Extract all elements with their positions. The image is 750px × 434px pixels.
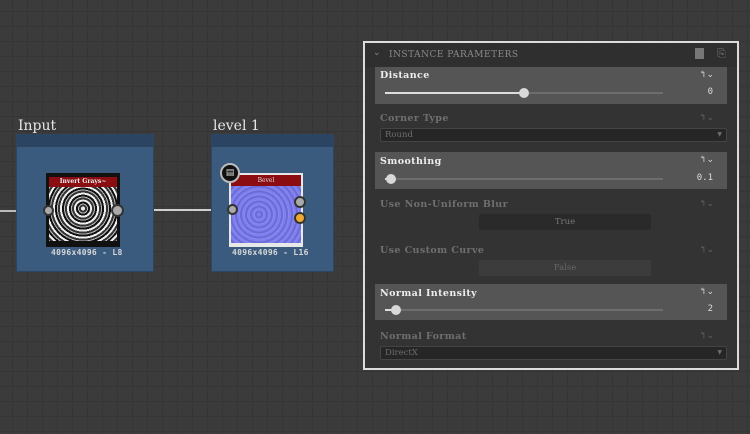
param-normal-intensity: Normal Intensity ↰⌄ 2 (375, 284, 727, 320)
param-label: Use Custom Curve (380, 245, 485, 256)
reset-icon[interactable]: ↰⌄ (699, 199, 714, 209)
param-label: Corner Type (380, 113, 449, 124)
param-value[interactable]: 0 (708, 87, 713, 97)
node-resolution: 4096x4096 - L8 (51, 248, 123, 257)
param-label: Use Non-Uniform Blur (380, 199, 508, 210)
smoothing-slider[interactable] (385, 174, 663, 184)
export-icon[interactable]: ⎘ (717, 47, 726, 61)
collapse-chevron-icon[interactable]: ⌄ (373, 48, 381, 58)
param-custom-curve: Use Custom Curve ↰⌄ False (375, 241, 727, 281)
normal-format-dropdown[interactable]: DirectX ▼ (380, 346, 727, 360)
panel-title: INSTANCE PARAMETERS (389, 50, 519, 60)
param-non-uniform-blur: Use Non-Uniform Blur ↰⌄ True (375, 195, 727, 235)
reset-icon[interactable]: ↰⌄ (699, 70, 714, 80)
output-port-accent[interactable] (294, 212, 306, 224)
panel-header[interactable]: ⌄ INSTANCE PARAMETERS ⎘ (365, 43, 737, 67)
reset-icon[interactable]: ↰⌄ (699, 245, 714, 255)
param-value[interactable]: 0.1 (697, 173, 713, 183)
param-label: Distance (380, 70, 430, 81)
node-preview (231, 186, 301, 243)
param-normal-format: Normal Format ↰⌄ DirectX ▼ (375, 326, 727, 362)
slider-knob[interactable] (519, 88, 529, 98)
slider-fill (385, 92, 524, 94)
param-label: Normal Format (380, 331, 467, 342)
normal-intensity-slider[interactable] (385, 305, 663, 315)
node-invert-grays[interactable]: Invert Grays~ (46, 173, 120, 247)
dropdown-arrow-icon: ▼ (717, 131, 722, 138)
param-smoothing: Smoothing ↰⌄ 0.1 (375, 152, 727, 189)
preset-icon[interactable] (695, 48, 704, 59)
node-preview (49, 187, 117, 241)
node-title: Invert Grays~ (49, 177, 117, 187)
param-value[interactable]: 2 (708, 304, 713, 314)
node-resolution: 4096x4096 - L16 (232, 248, 309, 257)
param-label: Normal Intensity (380, 288, 478, 299)
input-port[interactable] (227, 204, 238, 215)
corner-type-dropdown[interactable]: Round ▼ (380, 128, 727, 142)
dropdown-value: DirectX (385, 348, 418, 358)
reset-icon[interactable]: ↰⌄ (699, 113, 714, 123)
document-icon[interactable]: ▤ (220, 163, 240, 183)
node-bevel[interactable]: Bevel (229, 173, 303, 247)
param-distance: Distance ↰⌄ 0 (375, 67, 727, 104)
reset-icon[interactable]: ↰⌄ (699, 287, 714, 297)
dropdown-arrow-icon: ▼ (717, 349, 722, 356)
input-port[interactable] (43, 205, 54, 216)
reset-icon[interactable]: ↰⌄ (699, 155, 714, 165)
custom-curve-toggle[interactable]: False (479, 260, 651, 276)
instance-parameters-panel: ⌄ INSTANCE PARAMETERS ⎘ Distance ↰⌄ 0 Co… (363, 41, 739, 370)
param-label: Smoothing (380, 156, 442, 167)
dropdown-value: Round (385, 130, 413, 140)
non-uniform-blur-toggle[interactable]: True (479, 214, 651, 230)
param-corner-type: Corner Type ↰⌄ Round ▼ (375, 109, 727, 145)
slider-knob[interactable] (391, 305, 402, 315)
slider-knob[interactable] (385, 174, 396, 184)
frame-title-input: Input (18, 118, 57, 134)
distance-slider[interactable] (385, 88, 663, 98)
frame-title-level: level 1 (213, 118, 260, 134)
node-title: Bevel (231, 175, 301, 186)
reset-icon[interactable]: ↰⌄ (699, 331, 714, 341)
output-port[interactable] (111, 204, 124, 217)
output-port[interactable] (294, 196, 306, 208)
